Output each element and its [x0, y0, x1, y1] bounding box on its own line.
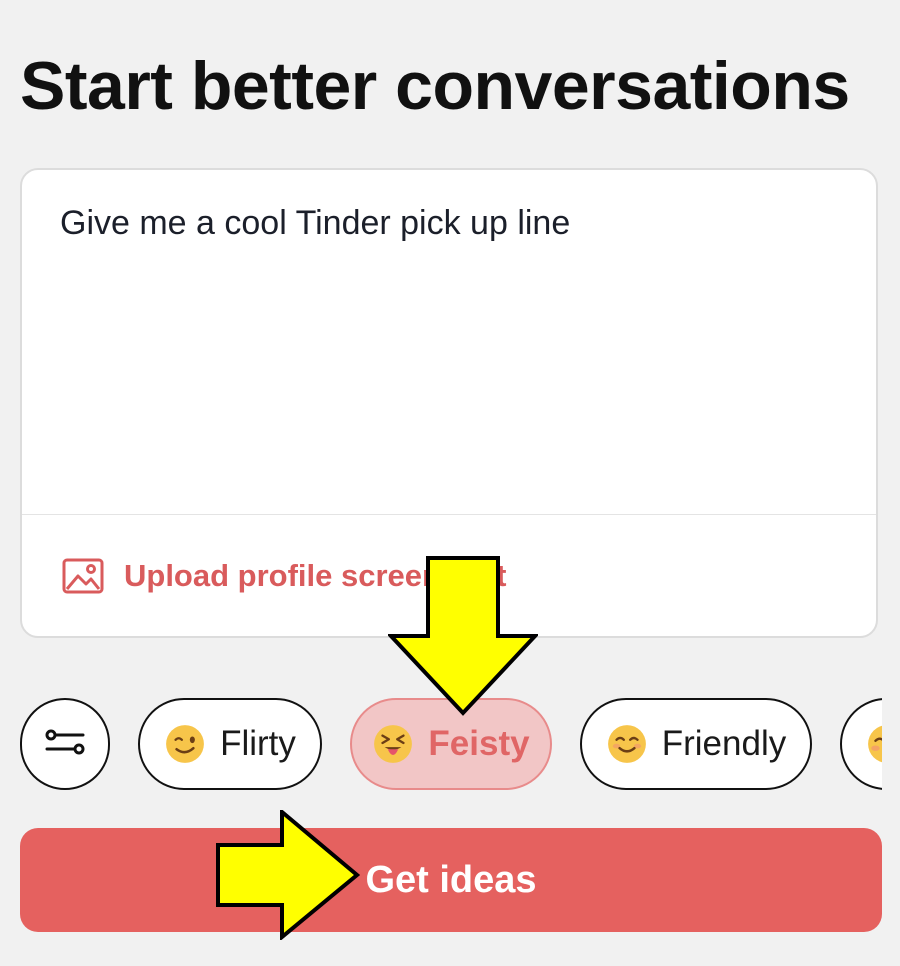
tone-chip-label: Friendly — [661, 724, 787, 763]
squinting-face-with-tongue-icon — [374, 725, 413, 763]
upload-screenshot-button[interactable]: Upload profile screenshot — [62, 558, 506, 594]
card-divider — [22, 514, 876, 515]
tone-chip-label: Feisty — [428, 724, 530, 763]
tone-chip-flirty[interactable]: Flirty — [138, 698, 322, 790]
face-icon — [868, 725, 882, 763]
upload-screenshot-label: Upload profile screenshot — [124, 558, 507, 593]
page-title: Start better conversations — [20, 48, 850, 124]
prompt-input[interactable]: Give me a cool Tinder pick up line — [22, 170, 876, 514]
tone-settings-button[interactable] — [20, 698, 110, 790]
sliders-icon — [45, 727, 85, 762]
tone-chip-friendly[interactable]: Friendly — [580, 698, 812, 790]
get-ideas-button[interactable]: Get ideas — [20, 828, 882, 932]
prompt-card: Give me a cool Tinder pick up line Uploa… — [20, 168, 878, 638]
tone-chip-partial[interactable] — [840, 698, 882, 790]
tone-chips: Flirty Feisty Friendly — [20, 698, 882, 790]
smiling-face-icon — [607, 725, 646, 763]
winking-face-icon — [166, 725, 204, 763]
image-icon — [62, 558, 104, 594]
tone-chip-feisty[interactable]: Feisty — [350, 698, 552, 790]
tone-chip-label: Flirty — [220, 724, 296, 763]
